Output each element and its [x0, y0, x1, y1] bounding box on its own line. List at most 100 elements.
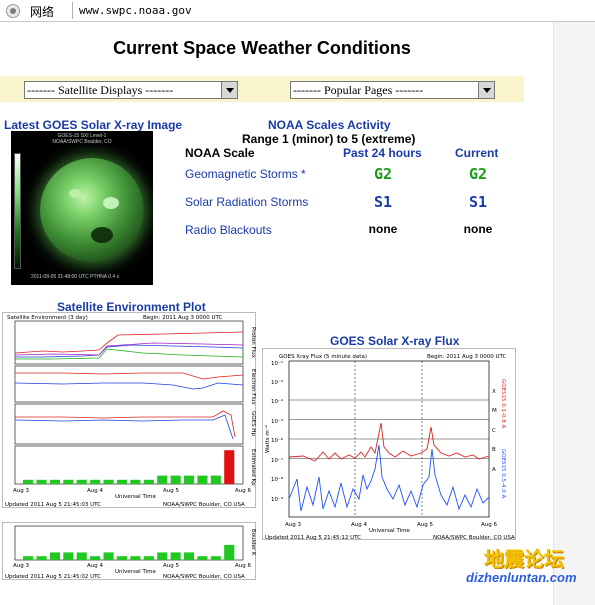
url-field[interactable]: www.swpc.noaa.gov [72, 2, 592, 19]
env-x-title: Universal Time [115, 494, 157, 500]
x-tick: Aug 5 [417, 522, 433, 528]
col-current: Current [455, 146, 499, 160]
electron-series-blue [14, 382, 244, 390]
series-long-wave [288, 422, 490, 462]
kp-bar [184, 475, 195, 484]
bk-bar [76, 552, 87, 560]
satellite-environment-plot[interactable]: Satellite Environment (3 day) Begin: 201… [2, 312, 256, 508]
env-x-tick: Aug 4 [87, 488, 103, 494]
x-tick: Aug 6 [481, 522, 497, 528]
kp-bar [103, 479, 114, 484]
panel-label: Proton Flux [250, 327, 256, 359]
bk-bar [36, 556, 47, 560]
xray-y-label: Watts m⁻² [264, 425, 271, 453]
bk-bar [63, 552, 74, 560]
hp-panel [14, 403, 244, 445]
env-panel-labels: Proton Flux Electron Flux GOES Hp Estima… [250, 327, 256, 486]
popular-pages-value: ------- Popular Pages ------- [293, 83, 424, 97]
kp-bar [157, 475, 168, 484]
bk-bars [23, 544, 235, 560]
row-geomagnetic[interactable]: Geomagnetic Storms * [185, 167, 306, 181]
x-tick: Aug 4 [351, 522, 367, 528]
page-icon [6, 4, 20, 18]
env-x-tick: Aug 3 [13, 488, 29, 494]
xray-image-link[interactable]: Latest GOES Solar X-ray Image [4, 118, 182, 132]
xray-x-axis: Aug 3 Aug 4 Aug 5 Aug 6 Universal Time [285, 522, 497, 534]
caption-line: NOAA/SWPC Boulder, CO [52, 139, 112, 145]
coronal-hole [91, 227, 113, 243]
bk-bar [184, 552, 195, 560]
hp-series-blue [14, 414, 234, 440]
panel-label: Boulder K [250, 529, 256, 556]
env-updated: Updated 2011 Aug 5 21:45:03 UTC [5, 502, 101, 508]
right-gutter [553, 22, 595, 605]
kp-bar [90, 479, 101, 484]
bk-x-title: Universal Time [115, 569, 157, 575]
y-tick: 10⁻³ [271, 379, 283, 386]
kp-bar [143, 479, 154, 484]
bk-bar [197, 556, 208, 560]
kp-bar [210, 475, 221, 484]
kp-bar [197, 475, 208, 484]
y-tick: 10⁻⁷ [271, 457, 283, 464]
kp-bar [116, 479, 127, 484]
bk-x-tick: Aug 4 [87, 563, 103, 569]
class-label: A [492, 467, 496, 473]
active-region [69, 189, 81, 198]
xray-flux-plot[interactable]: GOES Xray Flux (5 minute data) Begin: 20… [262, 348, 516, 541]
xray-plot-svg: GOES Xray Flux (5 minute data) Begin: 20… [264, 354, 515, 541]
address-label: 网络 [30, 5, 55, 19]
page-title: Current Space Weather Conditions [113, 38, 411, 58]
kp-bar [76, 479, 87, 484]
intensity-scale-bar [14, 153, 21, 269]
y-tick: 10⁻⁴ [271, 398, 284, 405]
browser-window: 网络 www.swpc.noaa.gov Current Space Weath… [0, 0, 595, 605]
xray-gridlines [289, 399, 489, 459]
image-caption: GOES-15 SXI Level-1 NOAA/SWPC Boulder, C… [11, 133, 153, 145]
bk-bar [90, 556, 101, 560]
xray-flux-title[interactable]: GOES Solar X-ray Flux [330, 334, 459, 348]
bk-bar [170, 552, 181, 560]
env-plot-svg: Satellite Environment (3 day) Begin: 201… [5, 315, 256, 508]
kp-bar [224, 450, 235, 484]
y-tick: 10⁻⁵ [271, 418, 283, 425]
kp-bar [23, 479, 34, 484]
bk-bar [116, 556, 127, 560]
bk-bar [224, 544, 235, 560]
series-short-wave [288, 444, 490, 512]
satellite-displays-select[interactable]: ------- Satellite Displays ------- [24, 81, 238, 99]
radiation-current: S1 [468, 193, 488, 211]
xray-y-ticks: 10⁻² 10⁻³ 10⁻⁴ 10⁻⁵ 10⁻⁶ 10⁻⁷ 10⁻⁸ 10⁻⁹ [271, 360, 284, 503]
bk-x-tick: Aug 6 [235, 563, 251, 569]
col-past-24h: Past 24 hours [343, 146, 422, 160]
env-x-tick: Aug 5 [163, 488, 179, 494]
bk-panel [14, 525, 244, 561]
kp-bars [23, 450, 235, 484]
boulder-k-plot[interactable]: Aug 3 Aug 4 Aug 5 Aug 6 Universal Time U… [2, 522, 256, 580]
row-radio-blackouts[interactable]: Radio Blackouts [185, 223, 272, 237]
scales-title[interactable]: NOAA Scales Activity [268, 118, 391, 132]
blackouts-past: none [368, 222, 398, 236]
proton-panel [14, 320, 244, 365]
panel-label: Estimated Kp [250, 449, 256, 486]
bk-x-tick: Aug 5 [163, 563, 179, 569]
class-label: M [492, 408, 497, 414]
kp-bar [170, 475, 181, 484]
chevron-down-icon[interactable] [478, 82, 494, 98]
proton-series-red [14, 331, 244, 354]
x-title: Universal Time [369, 528, 411, 534]
popular-pages-select[interactable]: ------- Popular Pages ------- [290, 81, 495, 99]
scales-range: Range 1 (minor) to 5 (extreme) [242, 132, 416, 146]
y-tick: 10⁻⁶ [271, 437, 284, 444]
panel-label: Electron Flux [250, 369, 256, 405]
kp-bar [63, 479, 74, 484]
bk-bar [103, 552, 114, 560]
series-label-short: GOES15 0.5-4.0 A [500, 449, 506, 499]
blackouts-current: none [463, 222, 493, 236]
row-solar-radiation[interactable]: Solar Radiation Storms [185, 195, 308, 209]
goes-sxi-image[interactable]: GOES-15 SXI Level-1 NOAA/SWPC Boulder, C… [11, 131, 153, 285]
kp-panel [14, 445, 244, 485]
chevron-down-icon[interactable] [221, 82, 237, 98]
class-label: C [492, 428, 496, 434]
geomagnetic-current: G2 [468, 165, 488, 183]
